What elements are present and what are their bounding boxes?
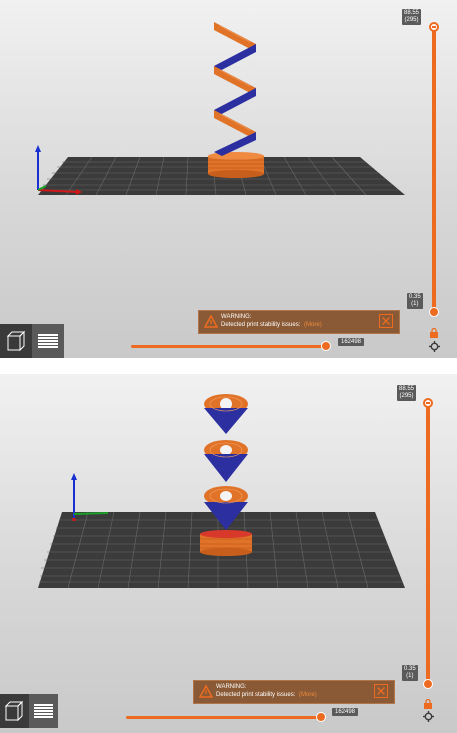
- model-base: [208, 152, 264, 178]
- layer-bottom-height: 0.35: [404, 666, 416, 672]
- layer-top-label: 88.55 (295): [397, 385, 417, 401]
- view-toggle: [0, 694, 58, 728]
- layer-slider-bottom-handle[interactable]: [423, 679, 433, 689]
- 3d-scene[interactable]: [0, 0, 457, 358]
- cube-icon: [6, 330, 26, 352]
- warning-triangle-icon: [204, 315, 218, 328]
- move-slider-handle[interactable]: [321, 341, 331, 351]
- z-axis-arrow: [35, 145, 41, 152]
- warning-notification: WARNING: Detected print stability issues…: [193, 680, 395, 704]
- cube-icon: [4, 700, 24, 722]
- layer-top-number: (295): [404, 17, 419, 23]
- lock-icon[interactable]: [423, 699, 433, 709]
- model-helix: [204, 394, 248, 530]
- warning-more-link[interactable]: (More): [304, 322, 322, 328]
- layer-slider-track[interactable]: [432, 28, 436, 311]
- move-value-label: 162498: [332, 708, 359, 716]
- cog-icon[interactable]: [429, 341, 440, 352]
- warning-triangle-icon: [199, 685, 213, 698]
- layer-slider-top-handle[interactable]: [423, 398, 433, 408]
- lock-icon[interactable]: [429, 328, 439, 338]
- layer-top-height: 88.55: [399, 386, 415, 392]
- warning-message: Detected print stability issues:: [221, 322, 301, 328]
- layer-top-number: (295): [399, 393, 414, 399]
- move-slider-handle[interactable]: [316, 712, 326, 722]
- layer-bottom-height: 0.35: [409, 294, 421, 300]
- move-value-label: 162498: [338, 338, 365, 346]
- view-3d-button[interactable]: [0, 694, 29, 728]
- layer-top-label: 88.55 (295): [402, 9, 422, 25]
- warning-notification: WARNING: Detected print stability issues…: [198, 310, 400, 334]
- layers-icon: [34, 704, 53, 718]
- warning-title: WARNING:: [216, 684, 247, 690]
- view-preview-button[interactable]: [32, 324, 64, 358]
- layer-slider-top-handle[interactable]: [429, 22, 439, 32]
- y-axis: [73, 512, 109, 515]
- panel-divider: [0, 358, 457, 374]
- view-toggle: [0, 324, 64, 358]
- warning-title: WARNING:: [221, 314, 252, 320]
- z-axis-arrow: [71, 473, 77, 480]
- model-base: [200, 530, 252, 556]
- preview-viewport-bottom[interactable]: 88.55 (295) 0.35 (1) WARNING: Detected p…: [0, 374, 457, 733]
- close-x-icon[interactable]: [379, 314, 393, 328]
- move-slider-track[interactable]: [131, 345, 327, 348]
- view-3d-button[interactable]: [0, 324, 32, 358]
- layer-slider-bottom-handle[interactable]: [429, 307, 439, 317]
- layer-bottom-number: (1): [411, 301, 419, 307]
- close-x-icon[interactable]: [374, 684, 388, 698]
- view-preview-button[interactable]: [29, 694, 58, 728]
- warning-message: Detected print stability issues:: [216, 692, 296, 698]
- layer-bottom-label: 0.35 (1): [402, 665, 418, 681]
- preview-viewport-top[interactable]: 88.55 (295) 0.35 (1) WARNING: Detected p…: [0, 0, 457, 358]
- warning-more-link[interactable]: (More): [299, 692, 317, 698]
- layer-top-height: 88.55: [404, 10, 420, 16]
- layers-icon: [38, 334, 58, 348]
- cog-icon[interactable]: [423, 711, 434, 722]
- layer-slider-track[interactable]: [426, 404, 430, 684]
- model-helix: [214, 22, 256, 156]
- move-slider-track[interactable]: [126, 716, 322, 719]
- layer-bottom-number: (1): [406, 673, 414, 679]
- layer-bottom-label: 0.35 (1): [407, 293, 423, 309]
